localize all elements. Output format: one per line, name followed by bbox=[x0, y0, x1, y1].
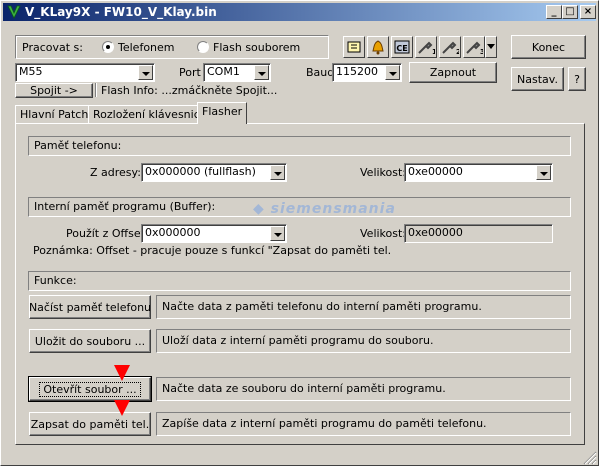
radio-file-label[interactable]: Flash souborem bbox=[213, 41, 300, 54]
velikost2-label: Velikost: bbox=[360, 227, 407, 240]
z-adresy-label: Z adresy: bbox=[90, 166, 141, 179]
app-icon bbox=[7, 5, 21, 19]
nacist-pamet-button[interactable]: Načíst paměť telefonu bbox=[29, 295, 151, 319]
model-value: M55 bbox=[19, 65, 43, 78]
window-title: V_KLay9X - FW10_V_Klay.bin bbox=[25, 5, 217, 19]
radio-phone[interactable] bbox=[102, 41, 114, 53]
radio-phone-label[interactable]: Telefonem bbox=[118, 41, 175, 54]
baud-label: Baud bbox=[306, 66, 335, 79]
svg-text:1: 1 bbox=[432, 48, 435, 55]
model-combo[interactable]: M55 bbox=[15, 63, 155, 82]
velikost-combo[interactable]: 0xe00000 bbox=[404, 163, 553, 182]
minimize-button[interactable]: _ bbox=[546, 5, 562, 19]
svg-text:3: 3 bbox=[480, 48, 483, 55]
zapnout-button[interactable]: Zapnout bbox=[409, 62, 497, 83]
main-window: V_KLay9X - FW10_V_Klay.bin _ □ × Pracova… bbox=[0, 0, 599, 466]
bell-icon[interactable] bbox=[367, 36, 389, 58]
phone-book-icon[interactable] bbox=[343, 36, 365, 58]
port-value: COM1 bbox=[207, 65, 240, 78]
tools-2-icon[interactable]: 2 bbox=[439, 36, 461, 58]
tab-flasher[interactable]: Flasher bbox=[197, 102, 248, 124]
tools-3-icon[interactable]: 3 bbox=[463, 36, 485, 58]
velikost-arrow-icon[interactable] bbox=[536, 165, 551, 180]
zapsat-pamet-desc: Zapíše data z interní paměti programu do… bbox=[156, 412, 571, 436]
otevrit-soubor-desc: Načte data ze souboru do interní paměti … bbox=[156, 377, 571, 401]
velikost-label: Velikost: bbox=[360, 166, 407, 179]
close-button[interactable]: × bbox=[580, 5, 596, 19]
pracovat-label: Pracovat s: bbox=[22, 41, 83, 54]
offset-arrow-icon[interactable] bbox=[270, 226, 285, 241]
help-button[interactable]: ? bbox=[568, 67, 586, 91]
port-combo-arrow-icon[interactable] bbox=[254, 65, 269, 80]
siemensmania-watermark: ◆ siemensmania bbox=[253, 201, 396, 217]
maximize-button[interactable]: □ bbox=[562, 5, 578, 19]
title-bar[interactable]: V_KLay9X - FW10_V_Klay.bin _ □ × bbox=[3, 3, 596, 21]
z-adresy-arrow-icon[interactable] bbox=[270, 165, 285, 180]
offset-combo[interactable]: 0x000000 bbox=[141, 224, 287, 243]
tools-1-icon[interactable]: 1 bbox=[415, 36, 437, 58]
offset-value: 0x000000 bbox=[145, 226, 201, 239]
nacist-pamet-desc: Načte data z paměti telefonu do interní … bbox=[156, 295, 571, 319]
z-adresy-value: 0x000000 (fullflash) bbox=[145, 165, 256, 178]
otevrit-soubor-label: Otevřít soubor ... bbox=[39, 381, 141, 397]
zapsat-pamet-button[interactable]: Zapsat do paměti tel. bbox=[29, 412, 151, 436]
velikost-value: 0xe00000 bbox=[408, 165, 463, 178]
poznamka-text: Poznámka: Offset - pracuje pouze s funkc… bbox=[33, 244, 392, 257]
status-separator bbox=[95, 83, 97, 97]
baud-combo[interactable]: 115200 bbox=[332, 63, 402, 82]
konec-button[interactable]: Konec bbox=[511, 35, 586, 59]
spojit-button[interactable]: Spojit -> bbox=[15, 83, 93, 98]
red-arrow-icon bbox=[114, 400, 130, 416]
funkce-header: Funkce: bbox=[28, 271, 571, 291]
baud-value: 115200 bbox=[336, 65, 378, 78]
ulozit-soubor-button[interactable]: Uložit do souboru ... bbox=[29, 329, 151, 353]
svg-text:CE: CE bbox=[396, 44, 407, 53]
watermark-text: siemensmania bbox=[270, 201, 396, 217]
velikost2-field: 0xe00000 bbox=[404, 224, 553, 243]
phone-memory-header: Paměť telefonu: bbox=[28, 136, 571, 156]
velikost2-value: 0xe00000 bbox=[408, 226, 463, 239]
svg-text:2: 2 bbox=[456, 48, 459, 55]
nastav-button[interactable]: Nastav. bbox=[511, 67, 564, 91]
watermark-logo-icon: ◆ bbox=[253, 201, 271, 217]
red-arrow-icon bbox=[114, 365, 130, 381]
flash-info-text: Flash Info: ...zmáčkněte Spojit... bbox=[101, 84, 278, 97]
port-label: Port bbox=[179, 66, 201, 79]
baud-combo-arrow-icon[interactable] bbox=[385, 65, 400, 80]
toolbar-dropdown-icon[interactable] bbox=[485, 36, 497, 58]
port-combo[interactable]: COM1 bbox=[203, 63, 271, 82]
tab-hlavni-patch[interactable]: Hlavní Patch bbox=[15, 105, 94, 124]
otevrit-soubor-button[interactable]: Otevřít soubor ... bbox=[28, 376, 152, 402]
radio-file[interactable] bbox=[197, 41, 209, 53]
tab-rozlozeni-klavesnice[interactable]: Rozložení klávesnice bbox=[88, 105, 212, 124]
ulozit-soubor-desc: Uloží data z interní paměti programu do … bbox=[156, 329, 571, 353]
model-combo-arrow-icon[interactable] bbox=[138, 65, 153, 80]
size-grip-icon[interactable] bbox=[583, 451, 597, 465]
ce-icon[interactable]: CE bbox=[391, 36, 413, 58]
z-adresy-combo[interactable]: 0x000000 (fullflash) bbox=[141, 163, 287, 182]
